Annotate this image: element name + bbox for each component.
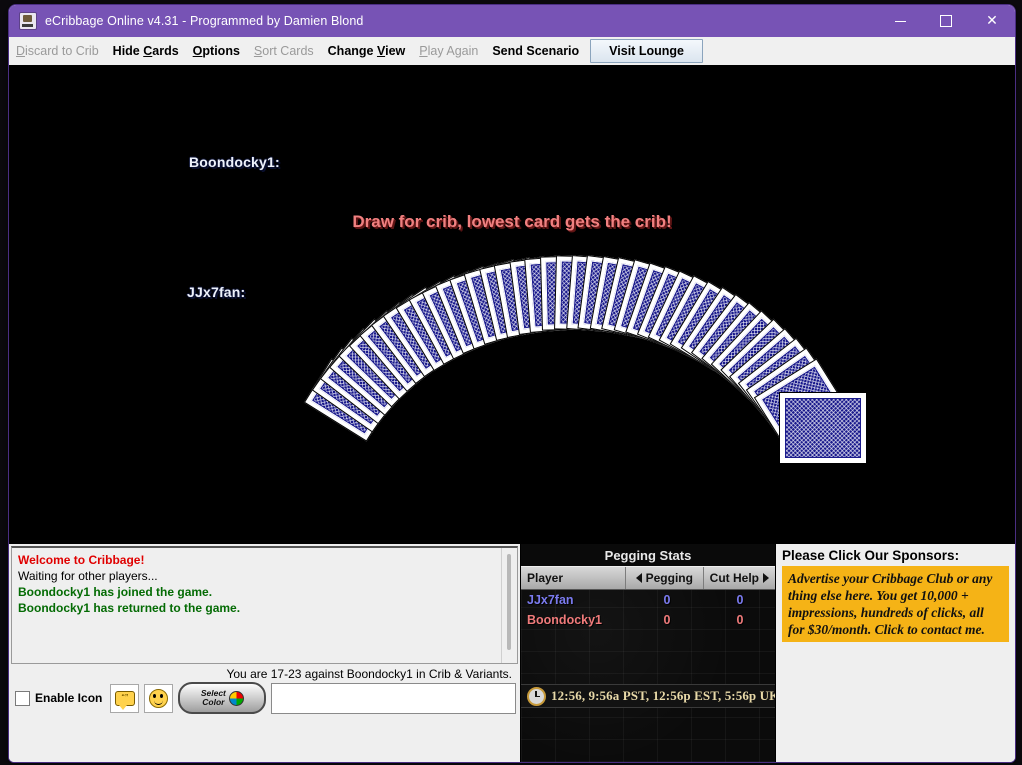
menu-change-view[interactable]: Change View <box>321 37 413 65</box>
menu-discard-to-crib[interactable]: Discard to Crib <box>9 37 106 65</box>
minimize-icon <box>895 21 906 22</box>
select-color-label: Select Color <box>201 689 226 707</box>
speech-bubble-icon: “” <box>115 691 135 706</box>
window-controls: ✕ <box>877 5 1015 37</box>
chevron-left-icon[interactable] <box>636 573 642 583</box>
table-row: Boondocky100 <box>521 610 775 630</box>
emoticon-button[interactable] <box>144 684 173 713</box>
visit-lounge-label: Visit Lounge <box>609 44 684 58</box>
speech-bubble-button[interactable]: “” <box>110 684 139 713</box>
table-row: JJx7fan00 <box>521 590 775 610</box>
bottom-panel: Welcome to Cribbage!Waiting for other pl… <box>9 543 1015 762</box>
select-color-line2: Color <box>202 697 224 707</box>
menu-discard-to-crib-label: Discard to Crib <box>16 44 99 58</box>
column-header-cut-help[interactable]: Cut Help <box>704 567 775 589</box>
chat-input[interactable] <box>271 683 516 714</box>
close-icon: ✕ <box>986 14 998 28</box>
cell-cut-help: 0 <box>705 613 775 627</box>
maximize-icon <box>940 15 952 27</box>
column-header-cut-help-label: Cut Help <box>710 571 759 585</box>
menu-sort-cards-label: Sort Cards <box>254 44 314 58</box>
menu-sort-cards[interactable]: Sort Cards <box>247 37 321 65</box>
pegging-stats-panel: Pegging Stats Player Pegging Cut Help JJ… <box>520 544 776 762</box>
menu-hide-cards-label: Hide Cards <box>113 44 179 58</box>
menu-send-scenario-label: Send Scenario <box>492 44 579 58</box>
visit-lounge-button[interactable]: Visit Lounge <box>590 39 703 63</box>
menu-play-again[interactable]: Play Again <box>412 37 485 65</box>
clock-icon <box>527 687 546 706</box>
window-title: eCribbage Online v4.31 - Programmed by D… <box>45 14 363 28</box>
game-board: Boondocky1: Draw for crib, lowest card g… <box>9 66 1015 543</box>
column-header-pegging-label: Pegging <box>646 571 693 585</box>
column-header-player-label: Player <box>527 571 563 585</box>
minimize-button[interactable] <box>877 5 923 37</box>
cell-player: Boondocky1 <box>521 613 629 627</box>
match-status-text: You are 17-23 against Boondocky1 in Crib… <box>9 664 520 682</box>
cell-cut-help: 0 <box>705 593 775 607</box>
clock-bar: 12:56, 9:56a PST, 12:56p EST, 5:56p UK <box>521 684 775 708</box>
cell-pegging: 0 <box>629 593 705 607</box>
chat-line: Boondocky1 has returned to the game. <box>18 600 511 616</box>
chat-column: Welcome to Cribbage!Waiting for other pl… <box>9 544 520 762</box>
color-wheel-icon <box>229 691 244 706</box>
title-bar: eCribbage Online v4.31 - Programmed by D… <box>9 5 1015 37</box>
enable-icon-label: Enable Icon <box>35 691 102 705</box>
menu-send-scenario[interactable]: Send Scenario <box>485 37 586 65</box>
maximize-button[interactable] <box>923 5 969 37</box>
menu-hide-cards[interactable]: Hide Cards <box>106 37 186 65</box>
chat-scrollbar-thumb[interactable] <box>507 554 511 650</box>
sponsors-panel: Please Click Our Sponsors: Advertise you… <box>776 544 1015 762</box>
column-header-pegging[interactable]: Pegging <box>626 567 704 589</box>
pegging-stats-title: Pegging Stats <box>521 544 775 566</box>
chat-line: Waiting for other players... <box>18 568 511 584</box>
card-fan[interactable] <box>9 66 1015 543</box>
chat-lines: Welcome to Cribbage!Waiting for other pl… <box>12 548 517 620</box>
select-color-button[interactable]: Select Color <box>178 682 266 714</box>
chevron-right-icon[interactable] <box>763 573 769 583</box>
clock-text: 12:56, 9:56a PST, 12:56p EST, 5:56p UK <box>551 688 776 704</box>
app-icon <box>19 12 37 30</box>
column-header-player[interactable]: Player <box>521 567 626 589</box>
pegging-stats-rows: JJx7fan00Boondocky100 <box>521 590 775 630</box>
menu-play-again-label: Play Again <box>419 44 478 58</box>
chat-line: Boondocky1 has joined the game. <box>18 584 511 600</box>
chat-input-row: Enable Icon “” Select Color <box>9 682 520 720</box>
playing-card-upright[interactable] <box>779 392 867 464</box>
chat-scrollbar[interactable] <box>501 548 517 663</box>
sponsors-title: Please Click Our Sponsors: <box>782 548 1009 563</box>
card-back <box>784 397 862 459</box>
close-button[interactable]: ✕ <box>969 5 1015 37</box>
chat-line: Welcome to Cribbage! <box>18 552 511 568</box>
pegging-stats-header: Player Pegging Cut Help <box>521 566 775 590</box>
sponsor-ad[interactable]: Advertise your Cribbage Club or any thin… <box>782 566 1009 642</box>
menu-change-view-label: Change View <box>328 44 406 58</box>
cell-player: JJx7fan <box>521 593 629 607</box>
enable-icon-checkbox[interactable] <box>15 691 30 706</box>
menu-bar: Discard to Crib Hide Cards Options Sort … <box>9 37 1015 66</box>
menu-options[interactable]: Options <box>186 37 247 65</box>
application-window: eCribbage Online v4.31 - Programmed by D… <box>8 4 1016 763</box>
chat-log: Welcome to Cribbage!Waiting for other pl… <box>11 546 518 664</box>
menu-options-label: Options <box>193 44 240 58</box>
smiley-icon <box>149 689 168 708</box>
cell-pegging: 0 <box>629 613 705 627</box>
